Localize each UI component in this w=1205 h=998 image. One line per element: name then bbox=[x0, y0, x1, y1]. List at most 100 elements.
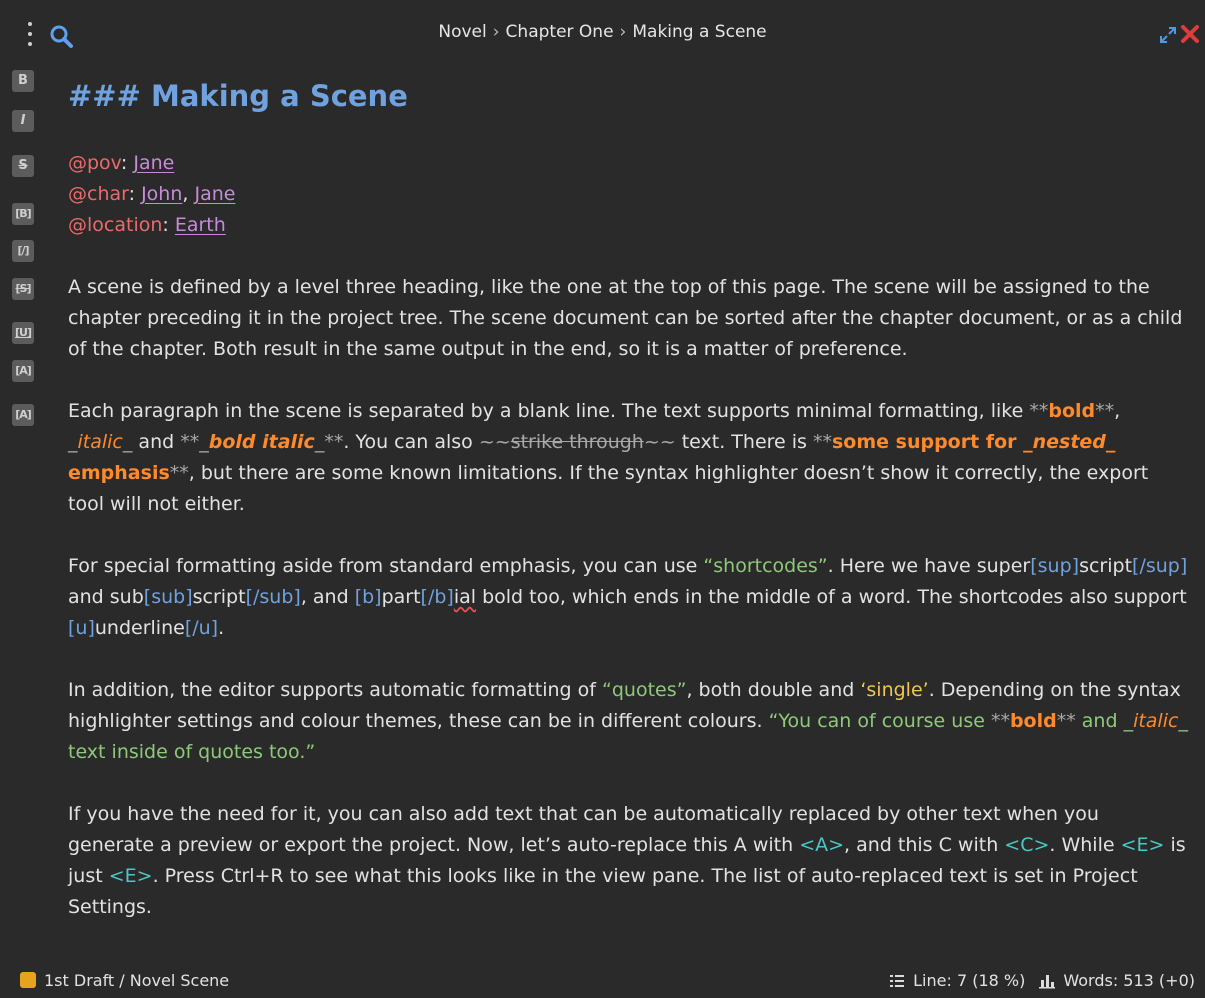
pov-keyword: @pov bbox=[68, 152, 121, 174]
text: text. There is bbox=[675, 431, 813, 453]
markup: ~~ bbox=[643, 431, 676, 453]
close-icon[interactable] bbox=[1180, 24, 1200, 44]
shortcode-bold-button[interactable]: [B] bbox=[12, 203, 34, 225]
paragraph-4: In addition, the editor supports automat… bbox=[68, 675, 1188, 768]
search-icon[interactable] bbox=[49, 24, 75, 50]
pov-value[interactable]: Jane bbox=[133, 152, 174, 174]
expand-icon[interactable] bbox=[1159, 26, 1177, 44]
markup: _ bbox=[1178, 710, 1188, 732]
text: bold too, which ends in the middle of a … bbox=[476, 586, 1187, 608]
auto-replace-tag: <E> bbox=[1120, 834, 1165, 856]
status-label: 1st Draft / Novel Scene bbox=[44, 971, 230, 990]
markup: _ bbox=[1105, 431, 1116, 453]
breadcrumb-scene[interactable]: Making a Scene bbox=[632, 22, 766, 42]
italic-text: italic bbox=[77, 431, 123, 453]
char-value[interactable]: Jane bbox=[194, 183, 235, 205]
document-editor[interactable]: ### Making a Scene @pov: Jane @char: Joh… bbox=[68, 72, 1188, 923]
spelling-error-text[interactable]: ial bbox=[454, 586, 476, 608]
bold-text: bold bbox=[1048, 400, 1096, 422]
markup: _ bbox=[1023, 431, 1033, 453]
status-indicator bbox=[20, 972, 36, 988]
status-bar: 1st Draft / Novel Scene Line: 7 (18 %) W… bbox=[0, 964, 1205, 998]
breadcrumb-sep: › bbox=[619, 22, 627, 42]
double-quote-text: “You can of course use bbox=[768, 710, 991, 732]
bold-button[interactable]: B bbox=[12, 70, 34, 92]
shortcode-superscript-button[interactable]: [A] bbox=[12, 360, 34, 382]
breadcrumb-sep: › bbox=[492, 22, 500, 42]
shortcode-tag: [b] bbox=[354, 586, 382, 608]
paragraph-3: For special formatting aside from standa… bbox=[68, 551, 1188, 644]
double-quote-text: “shortcodes” bbox=[703, 555, 828, 577]
strike-text: strike through bbox=[510, 431, 644, 453]
shortcode-tag: [/sup] bbox=[1132, 555, 1188, 577]
bold-italic-text: nested bbox=[1032, 431, 1106, 453]
bold-text: bold bbox=[1009, 710, 1057, 732]
text: . You can also bbox=[343, 431, 479, 453]
text: script bbox=[1079, 555, 1133, 577]
markup: _ bbox=[68, 431, 78, 453]
breadcrumb-chapter[interactable]: Chapter One bbox=[506, 22, 614, 42]
word-counter: Words: 513 (+0) bbox=[1063, 971, 1195, 990]
markup: ** bbox=[1056, 710, 1076, 732]
char-value[interactable]: John bbox=[141, 183, 182, 205]
shortcode-tag: [u] bbox=[68, 617, 95, 639]
double-quote-text: “quotes” bbox=[602, 679, 687, 701]
text: In addition, the editor supports automat… bbox=[68, 679, 603, 701]
text: . Press Ctrl+R to see what this looks li… bbox=[68, 865, 1138, 918]
text: . bbox=[218, 617, 225, 639]
text: and bbox=[132, 431, 181, 453]
location-line: @location: Earth bbox=[68, 214, 226, 236]
shortcode-strike-button[interactable]: [S] bbox=[12, 278, 34, 300]
breadcrumb: Novel › Chapter One › Making a Scene bbox=[0, 22, 1205, 42]
markup: _ bbox=[122, 431, 133, 453]
strikethrough-button[interactable]: S bbox=[12, 155, 34, 177]
markup: _** bbox=[314, 431, 344, 453]
markup: **_ bbox=[180, 431, 209, 453]
char-line: @char: John, Jane bbox=[68, 183, 236, 205]
markup: ** bbox=[169, 462, 189, 484]
text: , and bbox=[300, 586, 355, 608]
top-bar: Novel › Chapter One › Making a Scene bbox=[0, 0, 1205, 64]
text: Each paragraph in the scene is separated… bbox=[68, 400, 1030, 422]
markup: ** bbox=[812, 431, 832, 453]
char-keyword: @char bbox=[68, 183, 129, 205]
status-right: Line: 7 (18 %) Words: 513 (+0) bbox=[889, 971, 1195, 990]
breadcrumb-novel[interactable]: Novel bbox=[438, 22, 486, 42]
text: . While bbox=[1049, 834, 1121, 856]
bold-text: some support for bbox=[831, 431, 1024, 453]
text: , bbox=[1114, 400, 1121, 422]
double-quote-text: text inside of quotes too.” bbox=[68, 741, 316, 763]
text: part bbox=[381, 586, 421, 608]
line-counter: Line: 7 (18 %) bbox=[913, 971, 1026, 990]
text: , and this C with bbox=[844, 834, 1005, 856]
markup: ** bbox=[1029, 400, 1049, 422]
scene-heading: ### Making a Scene bbox=[68, 79, 408, 113]
text: script bbox=[192, 586, 246, 608]
text: underline bbox=[94, 617, 185, 639]
paragraph-5: If you have the need for it, you can als… bbox=[68, 799, 1188, 923]
location-keyword: @location bbox=[68, 214, 163, 236]
paragraph-2: Each paragraph in the scene is separated… bbox=[68, 396, 1188, 520]
markup: ** bbox=[1095, 400, 1115, 422]
location-value[interactable]: Earth bbox=[175, 214, 226, 236]
text: , both double and bbox=[686, 679, 861, 701]
text: . Here we have super bbox=[827, 555, 1031, 577]
outline-icon bbox=[890, 974, 905, 987]
shortcode-italic-button[interactable]: [/] bbox=[12, 240, 34, 262]
auto-replace-tag: <A> bbox=[799, 834, 845, 856]
shortcode-tag: [/b] bbox=[420, 586, 454, 608]
single-quote-text: ‘single’ bbox=[860, 679, 929, 701]
markup: ~~ bbox=[478, 431, 511, 453]
shortcode-tag: [/u] bbox=[184, 617, 219, 639]
auto-replace-tag: <E> bbox=[108, 865, 153, 887]
pov-line: @pov: Jane bbox=[68, 152, 175, 174]
text: For special formatting aside from standa… bbox=[68, 555, 704, 577]
markup: ** bbox=[990, 710, 1010, 732]
double-quote-text: and bbox=[1075, 710, 1124, 732]
auto-replace-tag: <C> bbox=[1004, 834, 1050, 856]
shortcode-subscript-button[interactable]: [A] bbox=[12, 404, 34, 426]
italic-button[interactable]: I bbox=[12, 110, 34, 132]
metadata-block: @pov: Jane @char: John, Jane @location: … bbox=[68, 148, 1188, 241]
shortcode-underline-button[interactable]: [U] bbox=[12, 322, 34, 344]
menu-icon[interactable] bbox=[24, 22, 36, 46]
